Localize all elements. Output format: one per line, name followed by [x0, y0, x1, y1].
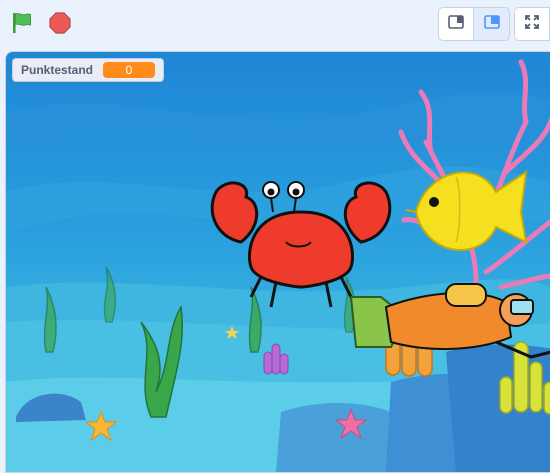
stage-size-toggle	[438, 7, 550, 41]
small-stage-icon	[448, 14, 464, 34]
green-flag-button[interactable]	[8, 11, 36, 39]
stage-toolbar	[0, 0, 550, 50]
score-value: 0	[103, 62, 156, 78]
stage[interactable]: Punktestand 0	[5, 51, 550, 473]
score-label: Punktestand	[21, 63, 94, 77]
green-flag-icon	[10, 11, 34, 40]
score-monitor[interactable]: Punktestand 0	[12, 58, 165, 82]
fullscreen-button[interactable]	[514, 7, 550, 41]
fullscreen-icon	[524, 14, 540, 35]
large-stage-icon	[483, 14, 500, 34]
stop-icon	[48, 11, 72, 40]
large-stage-button[interactable]	[474, 7, 510, 41]
underwater-backdrop	[6, 52, 550, 472]
small-stage-button[interactable]	[438, 7, 474, 41]
stop-button[interactable]	[46, 11, 74, 39]
